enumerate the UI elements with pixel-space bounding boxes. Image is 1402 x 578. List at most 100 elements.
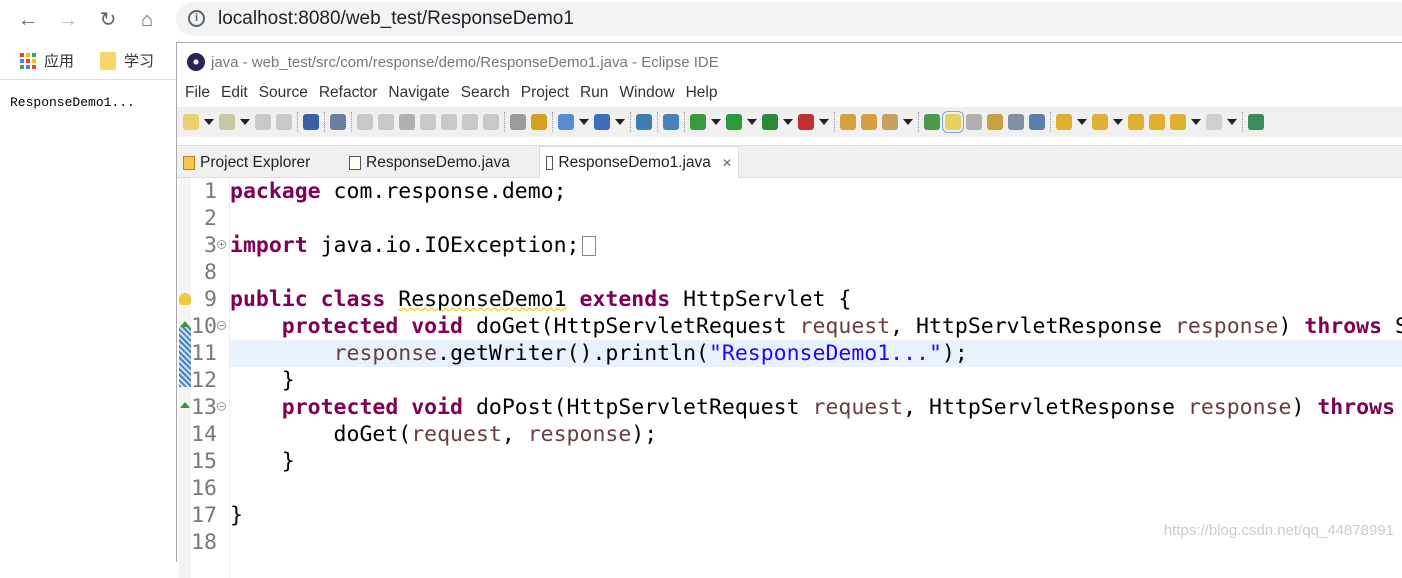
parameter: response [1174, 314, 1279, 339]
bookmark-label: 应用 [44, 53, 75, 70]
forward-icon[interactable] [1206, 114, 1222, 130]
search-pen-icon[interactable] [882, 114, 898, 130]
menu-window[interactable]: Window [619, 84, 674, 102]
code-token: doGet(HttpServletRequest [463, 314, 800, 339]
resume-icon[interactable] [357, 114, 373, 130]
parameter: response [527, 422, 632, 447]
collapse-icon[interactable]: − [217, 321, 226, 330]
tab-responsedemo1-java[interactable]: ResponseDemo1.java ✕ [539, 146, 739, 179]
new-server-icon[interactable] [558, 114, 574, 130]
editor-tab-bar: Project Explorer ResponseDemo.java Respons… [177, 145, 1402, 179]
globe-icon[interactable] [636, 114, 652, 130]
toolbar-separator [351, 112, 352, 132]
toolbar-separator [684, 112, 685, 132]
open-type-icon[interactable] [840, 114, 856, 130]
chevron-down-icon[interactable] [204, 119, 214, 125]
reload-icon[interactable]: ↻ [94, 6, 122, 34]
step-into-icon[interactable] [441, 114, 457, 130]
open-perspective-icon[interactable] [1248, 114, 1264, 130]
menu-file[interactable]: File [185, 84, 210, 102]
menu-project[interactable]: Project [521, 84, 569, 102]
code-token: } [230, 503, 243, 528]
chevron-down-icon[interactable] [783, 119, 793, 125]
bookmark-label: 学习 [124, 53, 155, 70]
bookmark-apps[interactable]: 应用 [20, 50, 74, 71]
url-text[interactable]: localhost:8080/web_test/ResponseDemo1 [218, 8, 574, 30]
collapsed-imports-icon[interactable] [581, 236, 596, 256]
chevron-down-icon[interactable] [747, 119, 757, 125]
chevron-down-icon[interactable] [1191, 119, 1201, 125]
bookmark-study[interactable]: 学习 [100, 50, 154, 71]
publish-icon[interactable] [663, 114, 679, 130]
parameter: request [411, 422, 502, 447]
breadcrumb-icon[interactable] [966, 114, 982, 130]
chevron-down-icon[interactable] [615, 119, 625, 125]
next-annotation-icon[interactable] [1056, 114, 1072, 130]
menu-refactor[interactable]: Refactor [319, 84, 378, 102]
step-return-icon[interactable] [483, 114, 499, 130]
drop-to-frame-icon[interactable] [510, 114, 526, 130]
show-whitespace-icon[interactable] [1029, 114, 1045, 130]
chevron-down-icon[interactable] [240, 119, 250, 125]
code-editor[interactable]: 1 package com.response.demo; 2 3 + import jav… [177, 178, 1402, 578]
open-folder-icon[interactable] [861, 114, 877, 130]
forward-edit-icon[interactable] [1149, 114, 1165, 130]
home-icon[interactable]: ⌂ [133, 6, 161, 34]
line-number: 8 [204, 260, 217, 285]
tab-responsedemo-java[interactable]: ResponseDemo.java [343, 146, 533, 179]
project-explorer-icon [183, 155, 195, 170]
new-icon[interactable] [183, 114, 199, 130]
last-edit-icon[interactable] [1128, 114, 1144, 130]
watermark: https://blog.csdn.net/qq_44878991 [1163, 522, 1394, 539]
external-tools-icon[interactable] [798, 114, 814, 130]
menu-help[interactable]: Help [686, 84, 718, 102]
menu-run[interactable]: Run [580, 84, 608, 102]
coverage-icon[interactable] [762, 114, 778, 130]
suspend-icon[interactable] [378, 114, 394, 130]
collapse-icon[interactable]: − [217, 402, 226, 411]
warning-lightbulb-icon[interactable] [179, 293, 191, 305]
skip-breakpoints-icon[interactable] [330, 114, 346, 130]
menu-navigate[interactable]: Navigate [388, 84, 449, 102]
chevron-down-icon[interactable] [1227, 119, 1237, 125]
parameter: request [799, 314, 891, 339]
tab-project-explorer[interactable]: Project Explorer [177, 146, 337, 179]
terminal-icon[interactable] [303, 114, 319, 130]
forward-icon[interactable]: → [54, 6, 82, 34]
info-icon[interactable]: i [188, 10, 205, 27]
code-text: import java.io.IOException; [230, 232, 1402, 259]
back-icon[interactable]: ← [14, 6, 42, 34]
chevron-down-icon[interactable] [819, 119, 829, 125]
mark-occurrences-icon[interactable] [942, 111, 964, 133]
chevron-down-icon[interactable] [1113, 119, 1123, 125]
override-indicator-icon[interactable] [180, 402, 190, 408]
new-servlet-icon[interactable] [594, 114, 610, 130]
save-all-icon[interactable] [276, 114, 292, 130]
use-step-filters-icon[interactable] [531, 114, 547, 130]
step-over-icon[interactable] [462, 114, 478, 130]
word-wrap-icon[interactable] [1008, 114, 1024, 130]
terminate-icon[interactable] [399, 114, 415, 130]
menu-search[interactable]: Search [461, 84, 510, 102]
save-icon[interactable] [255, 114, 271, 130]
chevron-down-icon[interactable] [903, 119, 913, 125]
expand-icon[interactable]: + [217, 240, 226, 249]
disconnect-icon[interactable] [420, 114, 436, 130]
menu-source[interactable]: Source [259, 84, 308, 102]
block-selection-icon[interactable] [987, 114, 1003, 130]
annotation-icon[interactable] [924, 114, 940, 130]
previous-annotation-icon[interactable] [1092, 114, 1108, 130]
code-text: public class ResponseDemo1 extends HttpS… [230, 286, 1402, 313]
chevron-down-icon[interactable] [579, 119, 589, 125]
code-token: S [1395, 314, 1402, 339]
menu-edit[interactable]: Edit [221, 84, 248, 102]
debug-icon[interactable] [690, 114, 706, 130]
address-bar[interactable]: i localhost:8080/web_test/ResponseDemo1 [176, 2, 1402, 36]
run-icon[interactable] [726, 114, 742, 130]
chevron-down-icon[interactable] [1077, 119, 1087, 125]
close-icon[interactable]: ✕ [722, 156, 732, 170]
new-class-icon[interactable] [219, 114, 235, 130]
chevron-down-icon[interactable] [711, 119, 721, 125]
back-icon[interactable] [1170, 114, 1186, 130]
